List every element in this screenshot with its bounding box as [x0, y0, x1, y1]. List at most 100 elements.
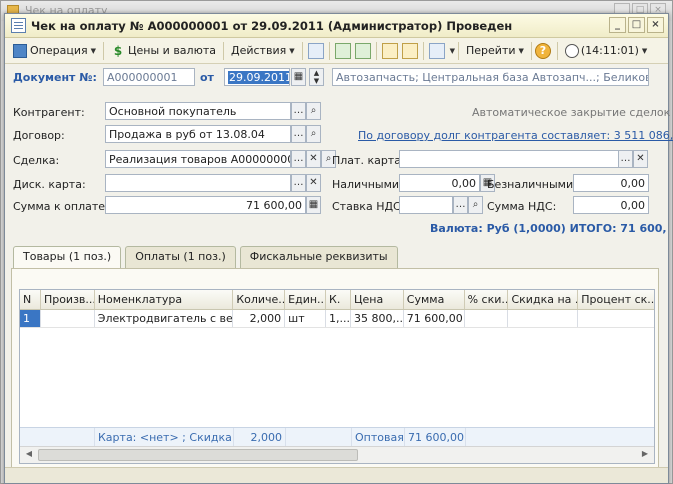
deal-label: Сделка:	[13, 154, 60, 167]
actions-menu-button[interactable]: Действия ▼	[227, 41, 299, 61]
save-icon[interactable]	[334, 42, 351, 59]
operation-menu-button[interactable]: Операция ▼	[9, 41, 100, 61]
time-button[interactable]: (14:11:01) ▼	[561, 41, 651, 61]
column-header[interactable]: Произв...	[41, 290, 95, 309]
column-header[interactable]: Количе...	[233, 290, 286, 309]
post-and-close-icon[interactable]	[307, 42, 324, 59]
table-cell[interactable]	[41, 310, 95, 327]
column-header[interactable]: К.	[326, 290, 351, 309]
date-field[interactable]: 29.09.2011	[224, 68, 290, 86]
close-button[interactable]: ×	[647, 17, 664, 33]
footer-sum-total: 71 600,00	[405, 428, 466, 447]
table-header: N Произв... Номенклатура Количе... Един.…	[20, 290, 654, 310]
table-cell[interactable]: шт	[285, 310, 327, 327]
contract-field[interactable]: Продажа в руб от 13.08.04	[105, 125, 291, 143]
counterparty-label: Контрагент:	[13, 106, 85, 119]
column-header[interactable]: N	[20, 290, 41, 309]
search-icon[interactable]: ⌕	[468, 196, 483, 214]
cash-field[interactable]: 0,00	[399, 174, 480, 192]
minimize-button[interactable]: _	[609, 17, 626, 33]
scroll-left-icon[interactable]: ◀	[22, 449, 36, 461]
window-title: Чек на оплату № А000000001 от 29.09.2011…	[31, 19, 513, 33]
cashless-label: Безналичными:	[487, 178, 577, 191]
table-row[interactable]: 1 Электродвигатель с вен... 2,000 шт 1,.…	[20, 310, 654, 328]
clear-icon[interactable]: ✕	[306, 174, 321, 192]
table-cell[interactable]: 2,000	[233, 310, 286, 327]
toolbar-separator	[422, 41, 424, 60]
pay-card-select-button[interactable]: …	[618, 150, 633, 168]
column-header[interactable]: Процент ск...	[578, 290, 654, 309]
horizontal-scrollbar[interactable]: ◀ ▶	[20, 446, 654, 463]
doc-number-field[interactable]: А000000001	[103, 68, 195, 86]
counterparty-field[interactable]: Основной покупатель	[105, 102, 291, 120]
column-header[interactable]: % ски...	[465, 290, 509, 309]
table-cell[interactable]: 35 800,...	[351, 310, 404, 327]
table-cell[interactable]: Электродвигатель с вен...	[95, 310, 234, 327]
search-icon[interactable]: ⌕	[306, 102, 321, 120]
pay-card-label: Плат. карта:	[332, 154, 405, 167]
disc-card-field[interactable]	[105, 174, 291, 192]
sum-field[interactable]: 71 600,00	[105, 196, 306, 214]
tab-goods[interactable]: Товары (1 поз.)	[13, 246, 122, 269]
footer-card-info: Карта: <нет> ; Скидка: ...	[95, 428, 234, 447]
post-icon[interactable]	[354, 42, 371, 59]
vat-sum-label: Сумма НДС:	[487, 200, 557, 213]
clock-icon	[564, 43, 579, 58]
vat-sum-field[interactable]: 0,00	[573, 196, 649, 214]
cashless-field[interactable]: 0,00	[573, 174, 649, 192]
pay-card-field[interactable]	[399, 150, 633, 168]
search-icon[interactable]: ⌕	[306, 125, 321, 143]
tab-payments[interactable]: Оплаты (1 поз.)	[125, 246, 236, 268]
table-cell[interactable]: 1	[20, 310, 41, 327]
toolbar-separator	[301, 41, 303, 60]
column-header[interactable]: Цена	[351, 290, 404, 309]
table-cell[interactable]	[465, 310, 509, 327]
goto-menu-button[interactable]: Перейти ▼	[462, 41, 528, 61]
chevron-down-icon[interactable]: ▼	[450, 47, 455, 55]
calendar-icon[interactable]: ▦	[291, 68, 306, 86]
toolbar: Операция ▼ $ Цены и валюта Действия ▼ ▼ …	[5, 38, 668, 64]
counterparty-select-button[interactable]: …	[291, 102, 306, 120]
calculator-icon[interactable]: ▦	[306, 196, 321, 214]
cash-label: Наличными:	[332, 178, 403, 191]
chevron-down-icon: ▼	[90, 46, 96, 55]
tab-fiscal[interactable]: Фискальные реквизиты	[239, 246, 398, 268]
table-cell[interactable]: 71 600,00	[404, 310, 465, 327]
disc-card-select-button[interactable]: …	[291, 174, 306, 192]
table-cell[interactable]: 1,...	[326, 310, 351, 327]
footer-spacer	[466, 428, 654, 447]
column-header[interactable]: Скидка на ...	[508, 290, 579, 309]
column-header[interactable]: Номенклатура	[95, 290, 234, 309]
window-titlebar[interactable]: Чек на оплату № А000000001 от 29.09.2011…	[5, 14, 668, 38]
doc-number-label: Документ №:	[13, 71, 97, 84]
footer-spacer	[20, 428, 95, 447]
print-icon[interactable]	[401, 42, 418, 59]
column-header[interactable]: Сумма	[404, 290, 465, 309]
document-icon	[11, 18, 26, 33]
scrollbar-thumb[interactable]	[38, 449, 358, 461]
organization-field[interactable]: Автозапчасть; Центральная база Автозапч.…	[332, 68, 649, 86]
clear-icon[interactable]: ✕	[633, 150, 648, 168]
status-bar	[5, 467, 668, 483]
vat-rate-field[interactable]	[399, 196, 453, 214]
based-on-icon[interactable]	[428, 42, 445, 59]
date-spinner-icon[interactable]: ▲ ▼	[309, 68, 324, 86]
table-cell[interactable]	[578, 310, 654, 327]
chevron-down-icon: ▼	[289, 46, 295, 55]
column-header[interactable]: Един...	[285, 290, 327, 309]
vat-rate-select-button[interactable]: …	[453, 196, 468, 214]
scroll-right-icon[interactable]: ▶	[638, 449, 652, 461]
prices-currency-button[interactable]: $ Цены и валюта	[107, 41, 220, 61]
debt-link[interactable]: По договору долг контрагента составляет:…	[358, 129, 673, 142]
deal-field[interactable]: Реализация товаров А000000009	[105, 150, 291, 168]
maximize-button[interactable]: □	[628, 17, 645, 33]
deal-select-button[interactable]: …	[291, 150, 306, 168]
tabs: Товары (1 поз.) Оплаты (1 поз.) Фискальн…	[13, 246, 398, 269]
fill-icon[interactable]	[381, 42, 398, 59]
contract-select-button[interactable]: …	[291, 125, 306, 143]
table-cell[interactable]	[508, 310, 579, 327]
help-icon[interactable]: ?	[534, 42, 551, 59]
currency-total-text: Валюта: Руб (1,0000) ИТОГО: 71 600,	[430, 222, 667, 235]
actions-label: Действия	[231, 44, 287, 57]
clear-icon[interactable]: ✕	[306, 150, 321, 168]
